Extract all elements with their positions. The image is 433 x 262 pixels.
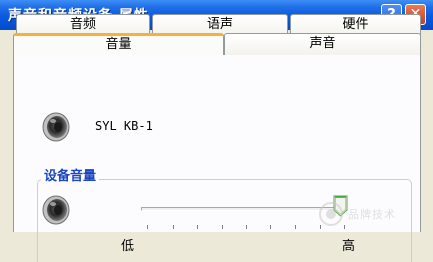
slider-high-label: 高	[342, 239, 356, 254]
volume-slider-thumb[interactable]	[333, 195, 348, 217]
tab-sounds[interactable]: 声音	[224, 33, 421, 55]
tab-sounds-label: 声音	[309, 36, 336, 51]
device-volume-group	[37, 179, 412, 262]
device-volume-label: 设备音量	[41, 165, 100, 184]
slider-tick	[246, 225, 247, 229]
slider-tick	[222, 225, 223, 229]
speaker-icon	[42, 112, 70, 142]
slider-tick	[295, 225, 296, 229]
tab-volume-label: 音量	[105, 37, 132, 52]
speaker-icon	[42, 195, 70, 225]
slider-tick	[270, 225, 271, 229]
slider-tick	[147, 225, 148, 229]
slider-tick	[320, 225, 321, 229]
device-name: SYL KB-1	[95, 119, 153, 133]
slider-tick	[173, 225, 174, 229]
slider-low-label: 低	[121, 239, 135, 254]
tab-volume[interactable]: 音量	[13, 33, 224, 55]
slider-tick	[344, 225, 345, 229]
volume-slider-track[interactable]	[141, 207, 346, 211]
tab-audio-label: 音频	[69, 17, 96, 32]
tab-hardware-label: 硬件	[342, 17, 369, 32]
tab-voice-label: 语声	[206, 17, 233, 32]
slider-tick	[197, 225, 198, 229]
